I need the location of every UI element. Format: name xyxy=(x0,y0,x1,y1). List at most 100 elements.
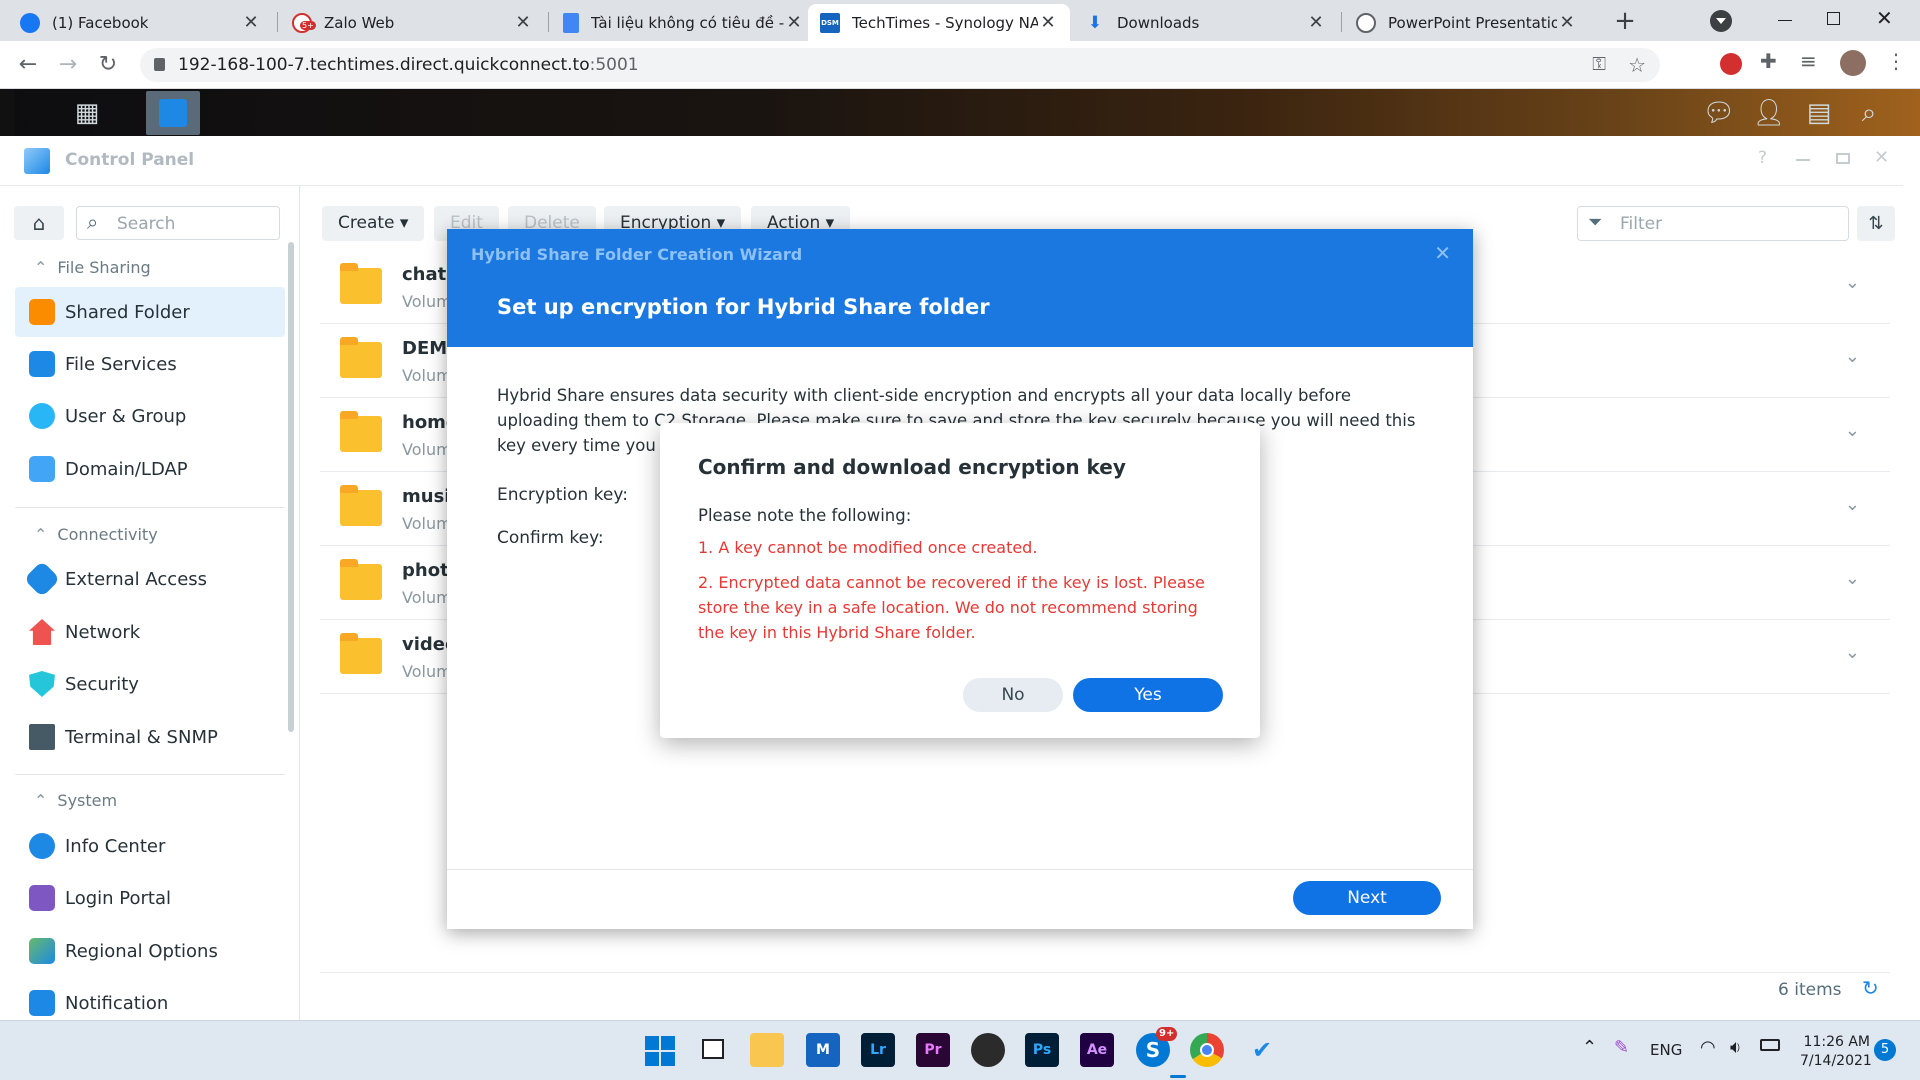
next-button[interactable]: Next xyxy=(1293,881,1441,915)
key-icon[interactable]: ⚿ xyxy=(1592,48,1606,82)
sidebar-item-login-portal[interactable]: Login Portal xyxy=(15,873,285,923)
tab-badge: 5+ xyxy=(300,20,316,30)
sidebar-item-external-access[interactable]: External Access xyxy=(15,554,285,604)
url-bar[interactable]: 192-168-100-7.techtimes.direct.quickconn… xyxy=(140,48,1660,82)
extensions-puzzle-icon[interactable]: ✚ xyxy=(1760,49,1777,73)
chrome-icon[interactable] xyxy=(1190,1033,1224,1067)
yes-button[interactable]: Yes xyxy=(1073,678,1223,712)
tab-search-icon[interactable] xyxy=(1710,10,1732,32)
pen-icon[interactable]: ✎ xyxy=(1614,1037,1629,1058)
control-panel-taskbar-button[interactable] xyxy=(146,91,200,135)
photoshop-icon[interactable]: Ps xyxy=(1025,1033,1059,1067)
forward-icon[interactable]: → xyxy=(54,51,82,79)
close-icon[interactable]: ✕ xyxy=(513,12,533,33)
reload-icon[interactable]: ↻ xyxy=(94,51,122,79)
after-effects-icon[interactable]: Ae xyxy=(1080,1033,1114,1067)
tab-synology[interactable]: DSM TechTimes - Synology NAS ✕ xyxy=(808,4,1070,41)
widgets-icon[interactable]: ▤ xyxy=(1796,93,1842,133)
close-icon[interactable]: ✕ xyxy=(1038,12,1058,33)
extension-red-icon[interactable] xyxy=(1720,53,1742,75)
language-indicator[interactable]: ENG xyxy=(1650,1041,1682,1059)
folder-icon[interactable] xyxy=(750,1033,784,1067)
chevron-down-icon[interactable]: ⌄ xyxy=(1845,642,1860,663)
chevron-down-icon[interactable]: ⌄ xyxy=(1845,272,1860,293)
skype-icon[interactable]: S 9+ xyxy=(1136,1027,1178,1067)
maximize-button[interactable] xyxy=(1836,153,1850,164)
create-button[interactable]: Create ▾ xyxy=(322,206,425,241)
no-button[interactable]: No xyxy=(963,678,1063,712)
refresh-icon[interactable]: ↻ xyxy=(1862,976,1879,1000)
windows-icon[interactable] xyxy=(642,1033,676,1067)
tab-powerpoint[interactable]: PowerPoint Presentation ✕ xyxy=(1344,4,1589,41)
close-icon[interactable]: ✕ xyxy=(1434,241,1451,265)
group-file-sharing[interactable]: ⌃ File Sharing xyxy=(34,258,151,277)
chevron-down-icon[interactable]: ⌄ xyxy=(1845,494,1860,515)
todo-icon[interactable]: ✔ xyxy=(1245,1033,1279,1067)
volume-icon[interactable]: 🔉︎ xyxy=(1730,1037,1741,1058)
close-icon[interactable]: ✕ xyxy=(241,12,261,33)
notification-count[interactable]: 5 xyxy=(1874,1039,1896,1061)
profile-avatar[interactable] xyxy=(1840,50,1866,76)
help-button[interactable]: ? xyxy=(1758,148,1767,168)
user-icon[interactable]: 👤︎ xyxy=(1746,93,1792,133)
tab-downloads[interactable]: ⬇ Downloads ✕ xyxy=(1073,4,1338,41)
bookmark-star-icon[interactable]: ☆ xyxy=(1628,48,1646,82)
battery-icon[interactable] xyxy=(1760,1039,1780,1051)
tab-facebook[interactable]: (1) Facebook ✕ xyxy=(8,4,273,41)
wifi-icon[interactable]: ◠ xyxy=(1700,1037,1716,1058)
lightroom-icon[interactable]: Lr xyxy=(861,1033,895,1067)
close-icon[interactable]: ✕ xyxy=(1557,12,1577,33)
close-icon[interactable]: ✕ xyxy=(784,12,804,33)
davinci-icon[interactable] xyxy=(971,1033,1005,1067)
close-button[interactable]: ✕ xyxy=(1874,147,1889,168)
tab-docs[interactable]: Tài liệu không có tiêu đề - G ✕ xyxy=(551,4,816,41)
chevron-down-icon[interactable]: ⌄ xyxy=(1845,420,1860,441)
home-button[interactable]: ⌂ xyxy=(14,206,64,240)
sidebar-item-label: Shared Folder xyxy=(65,301,190,323)
sidebar-scrollbar[interactable] xyxy=(288,242,294,732)
folder-volume: Volum xyxy=(402,440,452,459)
search-icon[interactable]: ⌕ xyxy=(1846,93,1892,133)
new-tab-button[interactable]: + xyxy=(1610,6,1640,36)
close-window-icon[interactable]: ✕ xyxy=(1876,6,1893,30)
chevron-up-icon[interactable]: ⌃ xyxy=(1582,1037,1597,1058)
globe-icon xyxy=(1356,12,1376,33)
skype-badge: 9+ xyxy=(1156,1027,1178,1041)
sidebar-item-security[interactable]: Security xyxy=(15,659,285,709)
minimize-button[interactable] xyxy=(1796,159,1810,161)
chevron-down-icon[interactable]: ⌄ xyxy=(1845,568,1860,589)
sidebar-item-user-group[interactable]: User & Group xyxy=(15,391,285,441)
clock[interactable]: 11:26 AM 7/14/2021 xyxy=(1800,1033,1872,1071)
task-view-icon[interactable] xyxy=(696,1033,730,1067)
filter-input[interactable]: ⏷ Filter xyxy=(1577,206,1849,241)
sidebar-item-domain-ldap[interactable]: Domain/LDAP xyxy=(15,444,285,494)
reading-list-icon[interactable]: ≡ xyxy=(1800,49,1817,73)
tab-title: Zalo Web xyxy=(324,13,395,32)
main-menu-icon[interactable]: ▦ xyxy=(64,93,110,133)
facebook-icon xyxy=(20,12,40,33)
sidebar-item-info-center[interactable]: Info Center xyxy=(15,821,285,871)
chevron-down-icon[interactable]: ⌄ xyxy=(1845,346,1860,367)
close-icon[interactable]: ✕ xyxy=(1306,12,1326,33)
sidebar-item-shared-folder[interactable]: Shared Folder xyxy=(15,287,285,337)
chat-icon[interactable]: 💬︎ xyxy=(1696,93,1742,133)
sidebar-item-terminal-snmp[interactable]: Terminal & SNMP xyxy=(15,712,285,762)
sidebar-item-network[interactable]: Network xyxy=(15,607,285,657)
sidebar-item-notification[interactable]: Notification xyxy=(15,978,285,1020)
url-port: :5001 xyxy=(589,55,639,75)
premiere-icon[interactable]: Pr xyxy=(916,1033,950,1067)
restore-icon[interactable] xyxy=(1827,12,1840,25)
m-app-icon[interactable]: M xyxy=(806,1033,840,1067)
collapse-icon: ⌃ xyxy=(34,791,48,810)
group-connectivity[interactable]: ⌃ Connectivity xyxy=(34,525,158,544)
back-icon[interactable]: ← xyxy=(14,51,42,79)
chrome-menu-icon[interactable]: ⋮ xyxy=(1886,49,1906,73)
tab-zalo[interactable]: 5+ Zalo Web ✕ xyxy=(280,4,545,41)
minimize-icon[interactable] xyxy=(1778,20,1792,21)
sidebar-item-label: Terminal & SNMP xyxy=(65,726,218,748)
sidebar-item-file-services[interactable]: File Services xyxy=(15,339,285,389)
search-input[interactable]: ⌕ Search xyxy=(76,206,280,240)
group-system[interactable]: ⌃ System xyxy=(34,791,117,810)
sidebar-item-regional-options[interactable]: Regional Options xyxy=(15,926,285,976)
sort-icon[interactable]: ⇅ xyxy=(1857,206,1895,241)
